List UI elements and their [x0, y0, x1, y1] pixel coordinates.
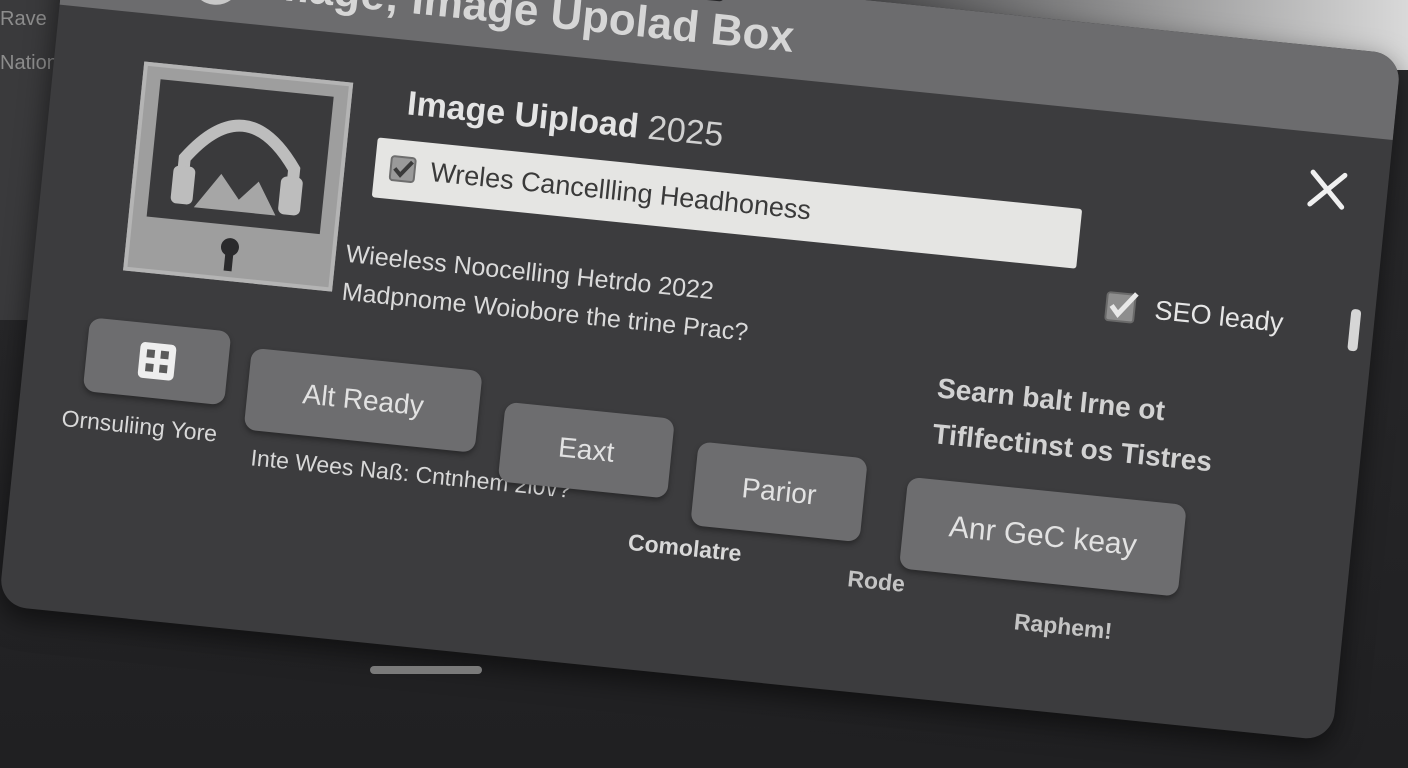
device-screen: Rave Nation Image; Image Upolad Box Imag… [0, 0, 1408, 768]
dialog-title: Image; Image Upolad Box [256, 0, 797, 62]
side-description: Searn balt lrne ot Tiflfectinst os Tistr… [930, 365, 1218, 485]
background-left-text: Nation [0, 52, 58, 74]
headphones-image-icon [146, 79, 334, 272]
parior-button[interactable]: Parior [690, 441, 868, 543]
image-upload-dialog: Image; Image Upolad Box Image Uipload 20… [0, 0, 1402, 741]
rode-caption: Rode [846, 565, 907, 597]
heading-text: Image Uipload [405, 84, 641, 146]
alt-ready-button[interactable]: Alt Ready [243, 347, 483, 453]
close-icon[interactable] [1301, 163, 1354, 216]
raphem-caption: Raphem! [1012, 608, 1114, 645]
product-name-value: Wreles Cancellling Headhoness [429, 157, 813, 226]
image-preview[interactable] [123, 61, 354, 292]
target-icon [190, 0, 242, 5]
heading-year: 2025 [646, 108, 726, 155]
grid-button-caption: Ornsuliing Yore [60, 405, 219, 447]
grid-button[interactable] [82, 317, 232, 406]
background-left-text: Rave [0, 8, 47, 30]
eaxt-button[interactable]: Eaxt [497, 401, 675, 499]
seo-ready-label: SEO leady [1153, 294, 1285, 338]
scroll-handle[interactable] [1347, 308, 1362, 352]
product-description: Wieeless Noocelling Hetrdo 2022 Madpnome… [340, 235, 754, 352]
dice-grid-icon [137, 342, 177, 381]
checkbox-checked-icon[interactable] [1103, 288, 1140, 325]
checkbox-checked-icon[interactable] [387, 154, 418, 185]
anr-gec-keay-button[interactable]: Anr GeC keay [898, 476, 1187, 597]
home-indicator[interactable] [370, 666, 482, 674]
seo-ready-checkbox[interactable]: SEO leady [1103, 288, 1285, 340]
comolatre-caption: Comolatre [626, 528, 743, 567]
